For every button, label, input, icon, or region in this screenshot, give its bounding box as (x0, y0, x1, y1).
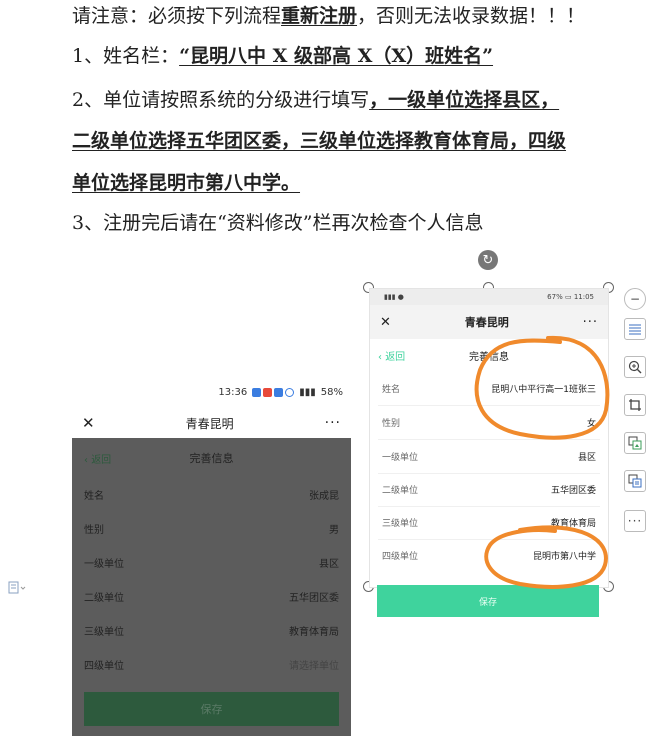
more-options-icon[interactable]: ··· (624, 510, 646, 532)
zoom-in-icon[interactable] (624, 356, 646, 378)
crop-icon[interactable] (624, 394, 646, 416)
annotation-overlay (474, 335, 610, 589)
image-convert-icon[interactable] (624, 432, 646, 454)
annotation-circle-school (484, 525, 608, 589)
layout-options-icon[interactable] (624, 318, 646, 340)
annotation-circle-name (474, 335, 610, 440)
image-text-icon[interactable] (624, 470, 646, 492)
collapse-toolbar-icon[interactable]: − (624, 288, 646, 310)
